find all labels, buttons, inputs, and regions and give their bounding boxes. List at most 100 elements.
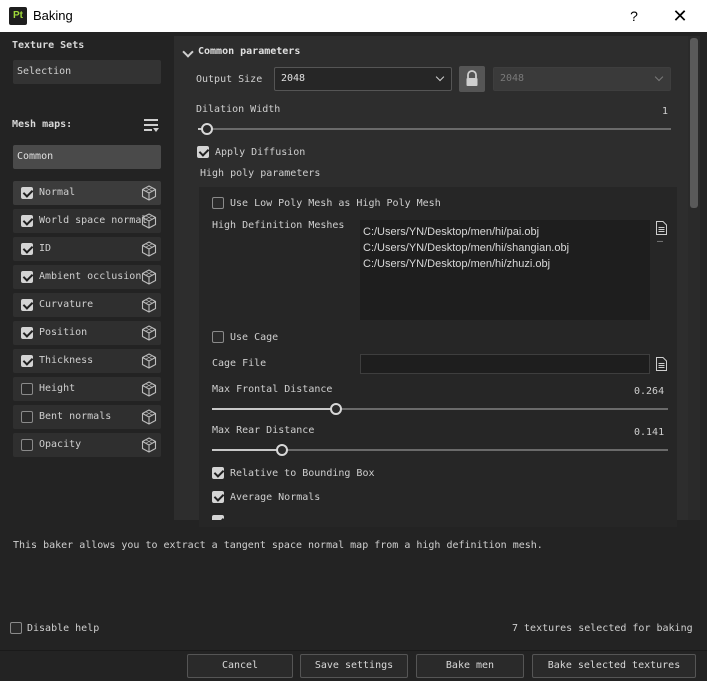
mesh-map-checkbox[interactable] [21,327,33,339]
dilation-width-value: 1 [662,106,669,117]
cancel-button[interactable]: Cancel [187,654,293,678]
mesh-map-checkbox[interactable] [21,383,33,395]
slider-fill [212,449,282,451]
dilation-width-label: Dilation Width [196,104,281,115]
mesh-map-label: Position [39,327,88,338]
relative-bounding-box-checkbox[interactable] [212,467,224,479]
title-bar: Pt Baking ? ✕ [0,0,707,32]
mesh-map-item[interactable]: Position [13,321,161,345]
file-icon[interactable] [656,357,667,371]
bake-men-button[interactable]: Bake men [416,654,524,678]
cube-icon[interactable] [141,269,157,285]
disable-help-checkbox[interactable] [10,622,22,634]
average-normals-label[interactable]: Average Normals [230,492,320,503]
mesh-map-checkbox[interactable] [21,439,33,451]
help-button[interactable]: ? [624,6,644,26]
max-frontal-distance-slider[interactable] [212,402,668,416]
bake-selected-textures-button[interactable]: Bake selected textures [532,654,696,678]
cube-icon[interactable] [141,437,157,453]
footer-divider [0,650,707,651]
lock-icon [466,70,478,86]
filter-list-icon[interactable] [142,116,160,134]
relative-bounding-box-label[interactable]: Relative to Bounding Box [230,468,375,479]
remove-mesh-button[interactable]: – [657,236,663,247]
texture-sets-heading: Texture Sets [12,40,85,51]
cube-icon[interactable] [141,241,157,257]
use-low-poly-label[interactable]: Use Low Poly Mesh as High Poly Mesh [230,198,441,209]
max-rear-distance-value: 0.141 [634,427,665,438]
save-settings-button[interactable]: Save settings [300,654,408,678]
partial-option-row [212,515,232,520]
cube-icon[interactable] [141,409,157,425]
mesh-map-item[interactable]: World space normal [13,209,161,233]
disable-help-label[interactable]: Disable help [27,623,99,634]
average-normals-checkbox[interactable] [212,491,224,503]
cube-icon[interactable] [141,297,157,313]
mesh-map-item[interactable]: Opacity [13,433,161,457]
cube-icon[interactable] [141,325,157,341]
cube-icon[interactable] [141,381,157,397]
hd-meshes-list[interactable]: C:/Users/YN/Desktop/men/hi/pai.obj C:/Use… [360,220,650,320]
texture-set-selection[interactable]: Selection [13,60,161,84]
output-size-locked-value: 2048 [500,73,525,84]
slider-handle[interactable] [276,444,288,456]
file-icon[interactable] [656,221,667,235]
partial-option-checkbox[interactable] [212,515,224,520]
use-low-poly-checkbox[interactable] [212,197,224,209]
hd-mesh-item[interactable]: C:/Users/YN/Desktop/men/hi/pai.obj [363,224,647,240]
mesh-map-label: Thickness [39,355,94,366]
mesh-map-checkbox[interactable] [21,411,33,423]
mesh-map-item[interactable]: Height [13,377,161,401]
mesh-map-label: Ambient occlusion [39,271,142,282]
cage-file-input[interactable] [360,354,650,374]
use-cage-checkbox[interactable] [212,331,224,343]
mesh-map-item[interactable]: Curvature [13,293,161,317]
close-button[interactable]: ✕ [666,6,694,26]
mesh-maps-heading: Mesh maps: [12,119,73,130]
mesh-map-item[interactable]: ID [13,237,161,261]
apply-diffusion-label[interactable]: Apply Diffusion [215,147,305,158]
hd-mesh-item[interactable]: C:/Users/YN/Desktop/men/hi/shangian.obj [363,240,647,256]
slider-handle[interactable] [201,123,213,135]
slider-fill [212,408,336,410]
output-size-dropdown[interactable]: 2048 [274,67,452,91]
help-description: This baker allows you to extract a tange… [13,540,543,551]
mesh-map-item[interactable]: Normal [13,181,161,205]
mesh-map-checkbox[interactable] [21,215,33,227]
cube-icon[interactable] [141,213,157,229]
use-cage-label[interactable]: Use Cage [230,332,278,343]
selected-count-text: 7 textures selected for baking [512,623,693,634]
hd-meshes-label: High Definition Meshes [212,220,345,231]
cage-file-label: Cage File [212,358,267,369]
mesh-map-label: ID [39,243,52,254]
mesh-map-label: Curvature [39,299,94,310]
hd-mesh-item[interactable]: C:/Users/YN/Desktop/men/hi/zhuzi.obj [363,256,647,272]
chevron-down-icon[interactable] [182,46,194,58]
mesh-map-checkbox[interactable] [21,271,33,283]
mesh-map-checkbox[interactable] [21,355,33,367]
apply-diffusion-checkbox[interactable] [197,146,209,158]
mesh-map-checkbox[interactable] [21,299,33,311]
parameters-scrollbar-thumb[interactable] [690,38,698,208]
slider-track[interactable] [198,128,671,130]
mesh-map-label: Height [39,383,76,394]
dilation-width-slider[interactable] [198,122,671,136]
mesh-maps-common-item[interactable]: Common [13,145,161,169]
mesh-map-item[interactable]: Ambient occlusion [13,265,161,289]
max-frontal-distance-value: 0.264 [634,386,665,397]
slider-handle[interactable] [330,403,342,415]
cube-icon[interactable] [141,185,157,201]
mesh-map-label: Opacity [39,439,82,450]
lock-button[interactable] [459,66,485,92]
max-rear-distance-label: Max Rear Distance [212,425,315,436]
max-rear-distance-slider[interactable] [212,443,668,457]
mesh-map-item[interactable]: Thickness [13,349,161,373]
output-size-locked-dropdown: 2048 [493,67,671,91]
chevron-down-icon [654,72,664,82]
mesh-map-checkbox[interactable] [21,187,33,199]
output-size-value: 2048 [281,73,306,84]
common-parameters-title[interactable]: Common parameters [198,46,300,57]
cube-icon[interactable] [141,353,157,369]
mesh-map-item[interactable]: Bent normals [13,405,161,429]
mesh-map-checkbox[interactable] [21,243,33,255]
